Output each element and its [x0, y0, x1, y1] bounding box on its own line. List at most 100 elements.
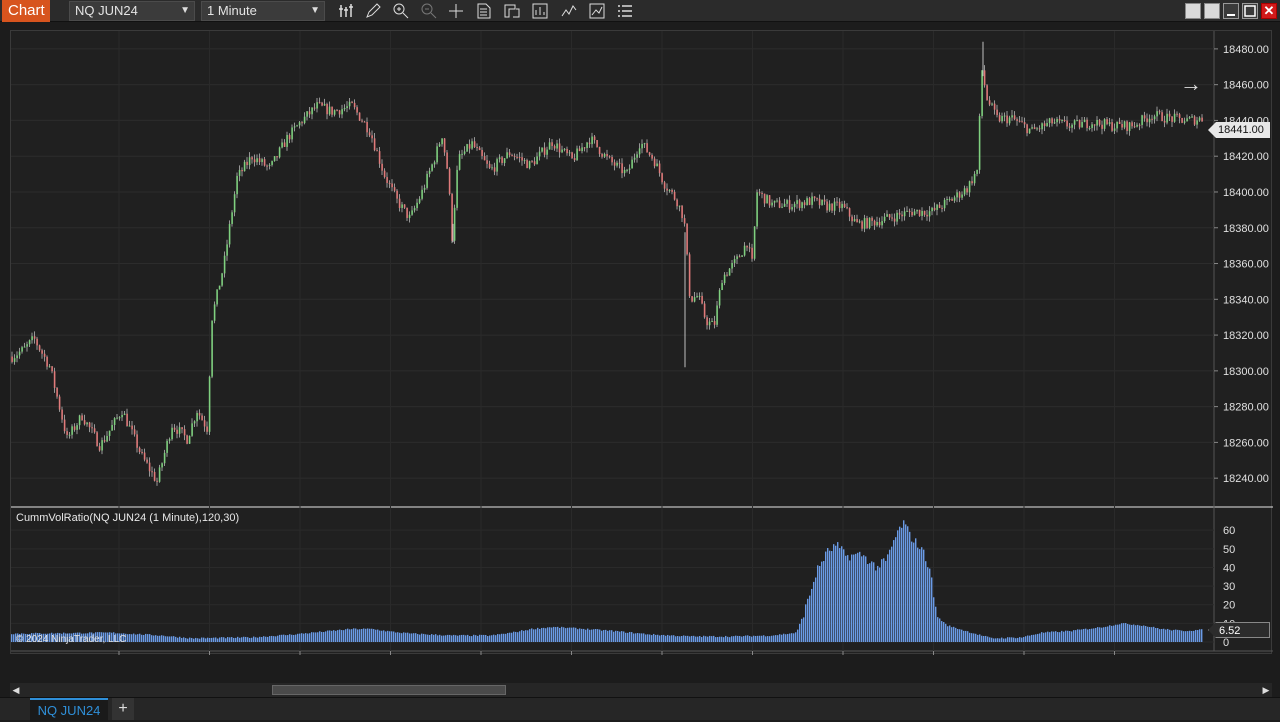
- template-icon[interactable]: [503, 2, 521, 20]
- volume-ratio-bar: [869, 563, 871, 642]
- candle-body: [781, 206, 783, 208]
- candle-body: [886, 214, 888, 217]
- candle-body: [878, 222, 881, 226]
- candle-body: [506, 152, 508, 159]
- candle-body: [903, 211, 906, 217]
- candle-body: [1001, 116, 1003, 122]
- volume-ratio-bar: [731, 636, 733, 642]
- candle-body: [396, 190, 398, 199]
- add-tab-button[interactable]: +: [112, 698, 134, 720]
- indicator-icon[interactable]: [560, 2, 578, 20]
- crosshair-icon[interactable]: [447, 2, 465, 20]
- close-icon[interactable]: ✕: [1261, 3, 1277, 19]
- minimize-icon[interactable]: [1223, 3, 1239, 19]
- candle-body: [866, 218, 868, 228]
- volume-ratio-bar: [437, 635, 439, 642]
- volume-ratio-bar: [995, 638, 997, 642]
- horizontal-scrollbar[interactable]: ◀ ▶: [10, 683, 1272, 697]
- candle-body: [848, 208, 851, 217]
- candle-body: [971, 181, 973, 184]
- candle-body: [616, 162, 618, 166]
- candle-body: [88, 422, 91, 428]
- restore-alt-icon[interactable]: [1204, 3, 1220, 19]
- volume-ratio-bar: [1155, 627, 1157, 642]
- scroll-thumb[interactable]: [272, 685, 506, 695]
- volume-ratio-bar: [993, 638, 995, 642]
- volume-ratio-bar: [663, 634, 665, 642]
- maximize-icon[interactable]: [1242, 3, 1258, 19]
- candle-body: [178, 427, 181, 434]
- candle-body: [431, 164, 433, 171]
- zoom-out-icon[interactable]: [420, 2, 438, 20]
- candle-body: [646, 143, 648, 153]
- candle-body: [1173, 113, 1176, 122]
- volume-ratio-bar: [797, 629, 799, 642]
- volume-ratio-bar: [825, 551, 827, 642]
- volume-ratio-bar: [867, 564, 869, 642]
- candle-body: [723, 274, 726, 284]
- zoom-in-icon[interactable]: [392, 2, 410, 20]
- candle-body: [83, 420, 86, 425]
- candle-body: [108, 430, 111, 436]
- volume-ratio-bar: [997, 638, 999, 642]
- volume-ratio-bar: [493, 634, 495, 642]
- volume-ratio-bar: [855, 553, 857, 642]
- candle-body: [678, 205, 681, 207]
- candle-body: [586, 142, 588, 148]
- interval-selector[interactable]: 1 Minute ▼: [201, 1, 325, 21]
- candle-body: [463, 151, 466, 154]
- candle-body: [358, 112, 361, 121]
- candle-body: [151, 471, 153, 473]
- volume-ratio-bar: [393, 631, 395, 642]
- candle-body: [1063, 119, 1066, 121]
- candle-body: [478, 147, 481, 151]
- volume-ratio-bar: [309, 633, 311, 642]
- volume-ratio-bar: [331, 630, 333, 642]
- volume-ratio-bar: [709, 635, 711, 642]
- compare-icon[interactable]: [588, 2, 606, 20]
- interval-value: 1 Minute: [207, 3, 257, 18]
- volume-ratio-bar: [971, 633, 973, 642]
- volume-ratio-bar: [761, 635, 763, 642]
- volume-ratio-bar: [385, 631, 387, 642]
- volume-ratio-bar: [425, 634, 427, 642]
- volume-ratio-bar: [1095, 627, 1097, 642]
- candle-body: [93, 428, 96, 433]
- candle-body: [1186, 118, 1188, 122]
- chart-panel[interactable]: 18480.00 18460.00 18440.00 18420.00 18400.00…: [10, 30, 1273, 655]
- list-icon[interactable]: [616, 2, 634, 20]
- restore-icon[interactable]: [1185, 3, 1201, 19]
- volume-tick-label: 30: [1223, 581, 1235, 593]
- volume-ratio-bar: [327, 630, 329, 642]
- properties-icon[interactable]: [475, 2, 493, 20]
- scroll-right-icon[interactable]: ▶: [1260, 683, 1272, 697]
- pencil-icon[interactable]: [364, 2, 382, 20]
- volume-ratio-bar: [827, 548, 829, 642]
- candle-body: [568, 152, 571, 154]
- tab-bar: NQ JUN24 +: [0, 697, 1280, 721]
- candle-body: [383, 170, 386, 178]
- candle-body: [1076, 120, 1078, 122]
- volume-ratio-bar: [1131, 624, 1133, 642]
- candle-body: [1071, 124, 1073, 128]
- strategy-icon[interactable]: [531, 2, 549, 20]
- candle-body: [401, 204, 403, 208]
- scroll-left-icon[interactable]: ◀: [10, 683, 22, 697]
- volume-ratio-bar: [935, 606, 937, 642]
- volume-ratio-bar: [681, 636, 683, 642]
- bar-type-icon[interactable]: [337, 2, 355, 20]
- candle-body: [453, 207, 456, 241]
- candle-body: [393, 187, 396, 191]
- candle-body: [1103, 119, 1106, 129]
- instrument-selector[interactable]: NQ JUN24 ▼: [69, 1, 195, 21]
- volume-ratio-bar: [139, 633, 141, 642]
- instrument-value: NQ JUN24: [75, 3, 138, 18]
- chart-canvas[interactable]: 18480.0018460.0018440.0018420.0018400.00…: [11, 31, 1273, 655]
- volume-ratio-bar: [1081, 629, 1083, 642]
- volume-ratio-bar: [871, 561, 873, 642]
- arrow-right-icon[interactable]: →: [1180, 71, 1202, 97]
- candle-body: [761, 193, 763, 195]
- candle-body: [716, 305, 718, 325]
- tab-nq-jun24[interactable]: NQ JUN24: [30, 698, 108, 721]
- volume-ratio-bar: [471, 636, 473, 642]
